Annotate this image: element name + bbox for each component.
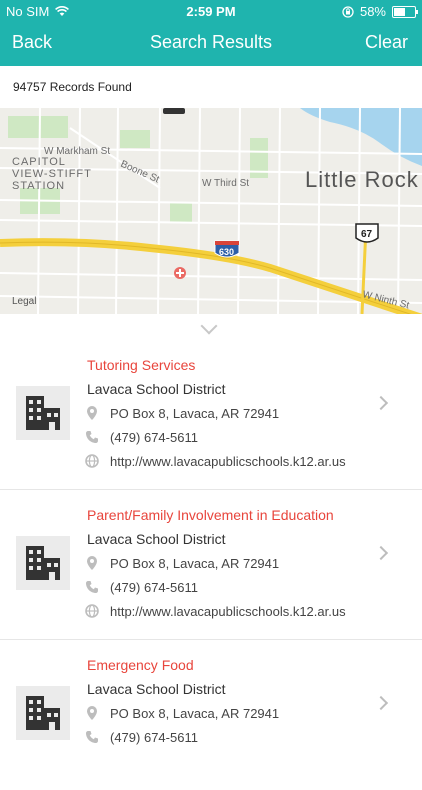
chevron-down-icon (200, 317, 218, 335)
globe-icon (85, 454, 99, 468)
result-phone: (479) 674-5611 (110, 729, 198, 745)
map-marker-tab (163, 108, 185, 114)
result-phone: (479) 674-5611 (110, 429, 198, 445)
building-icon (26, 546, 60, 580)
map-canvas: W Markham St Boone St W Third St CAPITOL… (0, 108, 422, 314)
result-organization: Lavaca School District (87, 531, 226, 547)
result-website-row[interactable]: http://www.lavacapublicschools.k12.ar.us (84, 603, 346, 619)
river (300, 108, 422, 166)
result-category[interactable]: Emergency Food (87, 657, 194, 673)
route-67-label: 67 (361, 229, 373, 240)
chevron-right-icon (373, 395, 389, 411)
building-thumbnail (16, 536, 70, 590)
result-phone-row[interactable]: (479) 674-5611 (84, 729, 198, 745)
result-category[interactable]: Tutoring Services (87, 357, 195, 373)
building-icon (26, 696, 60, 730)
park-area (8, 116, 68, 138)
battery-percent: 58% (359, 4, 386, 19)
result-address-row[interactable]: PO Box 8, Lavaca, AR 72941 (84, 705, 279, 721)
orientation-lock-icon (342, 5, 354, 18)
chevron-right-icon (373, 545, 389, 561)
map-label-view-stifft: VIEW-STIFFT (12, 168, 92, 180)
result-organization: Lavaca School District (87, 381, 226, 397)
status-right-group: 58% (342, 4, 418, 19)
navigation-bar: Back Search Results Clear (0, 22, 422, 66)
location-pin-icon (87, 406, 97, 420)
result-phone-row[interactable]: (479) 674-5611 (84, 429, 198, 445)
map-view[interactable]: W Markham St Boone St W Third St CAPITOL… (0, 108, 422, 314)
location-pin-icon (87, 706, 97, 720)
result-organization: Lavaca School District (87, 681, 226, 697)
map-label-boone: Boone St (119, 159, 161, 186)
building-icon (26, 396, 60, 430)
result-address: PO Box 8, Lavaca, AR 72941 (110, 555, 280, 571)
map-label-capitol: CAPITOL (12, 156, 66, 168)
building-thumbnail (16, 386, 70, 440)
page-title: Search Results (149, 32, 273, 52)
result-category[interactable]: Parent/Family Involvement in Education (87, 507, 334, 523)
records-found-label: 94757 Records Found (13, 80, 132, 94)
phone-icon (86, 581, 98, 593)
building-thumbnail (16, 686, 70, 740)
result-phone: (479) 674-5611 (110, 579, 198, 595)
park-area (170, 203, 192, 223)
result-website: http://www.lavacapublicschools.k12.ar.us (110, 603, 346, 619)
route-630-label: 630 (219, 247, 234, 257)
location-pin-icon (87, 556, 97, 570)
globe-icon (85, 604, 99, 618)
phone-icon (86, 431, 98, 443)
result-item[interactable]: Tutoring Services Lavaca School District… (0, 340, 422, 490)
chevron-right-icon (373, 695, 389, 711)
map-legal-link[interactable]: Legal (12, 296, 36, 307)
result-address-row[interactable]: PO Box 8, Lavaca, AR 72941 (84, 405, 279, 421)
map-label-third: W Third St (202, 178, 249, 189)
result-phone-row[interactable]: (479) 674-5611 (84, 579, 198, 595)
park-area (120, 130, 150, 148)
collapse-map-toggle[interactable] (0, 314, 422, 340)
result-item[interactable]: Parent/Family Involvement in Education L… (0, 490, 422, 640)
result-address-row[interactable]: PO Box 8, Lavaca, AR 72941 (84, 555, 279, 571)
result-address: PO Box 8, Lavaca, AR 72941 (110, 405, 280, 421)
result-website: http://www.lavacapublicschools.k12.ar.us (110, 453, 346, 469)
phone-icon (86, 731, 98, 743)
records-count-bar: 94757 Records Found (0, 66, 422, 108)
result-address: PO Box 8, Lavaca, AR 72941 (110, 705, 280, 721)
battery-icon (392, 5, 418, 18)
map-label-little-rock: Little Rock (305, 167, 419, 192)
clear-button[interactable]: Clear (365, 32, 408, 53)
map-label-station: STATION (12, 180, 65, 192)
result-item[interactable]: Emergency Food Lavaca School District PO… (0, 640, 422, 790)
status-bar: No SIM 2:59 PM 58% (0, 0, 422, 22)
result-website-row[interactable]: http://www.lavacapublicschools.k12.ar.us (84, 453, 346, 469)
street-grid (0, 108, 422, 314)
